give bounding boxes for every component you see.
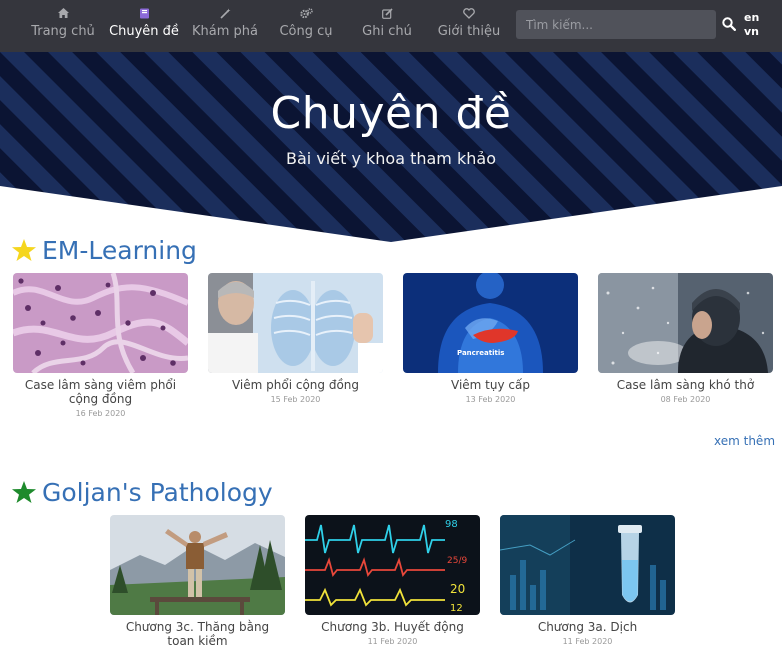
- book-icon: [104, 5, 184, 21]
- article-card[interactable]: 98 25/9 20 12 Chương 3b. Huyết động 11 F…: [305, 515, 480, 646]
- card-image: [598, 273, 773, 373]
- edit-icon: [347, 5, 427, 21]
- card-image: [208, 273, 383, 373]
- monitor-reading: 98: [445, 519, 458, 530]
- nav-item-chuyen-de[interactable]: Chuyên đề: [104, 5, 184, 39]
- nav-item-ghi-chu[interactable]: Ghi chú: [347, 5, 427, 39]
- card-image: [13, 273, 188, 373]
- article-card[interactable]: Pancreatitis Viêm tụy cấp 13 Feb 2020: [403, 273, 578, 404]
- hero-background: [0, 52, 782, 242]
- image-caption: Pancreatitis: [457, 349, 504, 357]
- search-icon[interactable]: [722, 16, 738, 32]
- nav-item-gioi-thieu[interactable]: Giới thiệu: [429, 5, 509, 39]
- section-title-text: EM-Learning: [42, 236, 197, 265]
- card-image: [500, 515, 675, 615]
- card-image: [110, 515, 285, 615]
- card-date: 15 Feb 2020: [270, 395, 321, 404]
- nav-item-cong-cu[interactable]: Công cụ: [266, 5, 346, 39]
- card-date: 08 Feb 2020: [660, 395, 711, 404]
- lang-en-link[interactable]: en: [744, 11, 759, 25]
- card-image: 98 25/9 20 12: [305, 515, 480, 615]
- hero-banner: Chuyên đề Bài viết y khoa tham khảo: [0, 52, 782, 242]
- card-title: Case lâm sàng khó thở: [616, 378, 755, 392]
- see-more-link[interactable]: xem thêm: [714, 434, 775, 448]
- section-title-goljan-pathology[interactable]: Goljan's Pathology: [12, 478, 273, 507]
- language-switcher: en vn: [744, 11, 759, 39]
- nav-item-home[interactable]: Trang chủ: [23, 5, 103, 39]
- nav-label: Khám phá: [192, 24, 258, 39]
- card-image: Pancreatitis: [403, 273, 578, 373]
- heart-icon: [429, 5, 509, 21]
- card-date: 13 Feb 2020: [465, 395, 516, 404]
- card-title: Chương 3b. Huyết động: [321, 620, 464, 634]
- article-card[interactable]: Case lâm sàng viêm phổi cộng đồng 16 Feb…: [13, 273, 188, 418]
- search-input[interactable]: [516, 10, 716, 39]
- home-icon: [23, 5, 103, 21]
- card-date: 11 Feb 2020: [562, 637, 613, 646]
- nav-label: Giới thiệu: [437, 24, 501, 39]
- magic-wand-icon: [185, 5, 265, 21]
- section-title-text: Goljan's Pathology: [42, 478, 273, 507]
- card-title: Viêm phổi cộng đồng: [231, 378, 360, 392]
- page-subtitle: Bài viết y khoa tham khảo: [286, 149, 496, 168]
- article-card[interactable]: Chương 3a. Dịch 11 Feb 2020: [500, 515, 675, 646]
- monitor-reading: 12: [450, 603, 463, 614]
- nav-label: Công cụ: [279, 24, 333, 39]
- article-card[interactable]: Chương 3c. Thăng bằng toan kiềm: [110, 515, 285, 651]
- article-card[interactable]: Viêm phổi cộng đồng 15 Feb 2020: [208, 273, 383, 404]
- card-title: Case lâm sàng viêm phổi cộng đồng: [24, 378, 177, 406]
- card-date: 16 Feb 2020: [75, 409, 126, 418]
- article-card[interactable]: Case lâm sàng khó thở 08 Feb 2020: [598, 273, 773, 404]
- gears-icon: [266, 5, 346, 21]
- lang-vn-link[interactable]: vn: [744, 25, 759, 39]
- card-title: Viêm tụy cấp: [451, 378, 530, 392]
- nav-label: Chuyên đề: [109, 24, 179, 39]
- monitor-reading: 25/9: [447, 556, 467, 566]
- monitor-reading: 20: [450, 582, 465, 596]
- nav-label: Trang chủ: [31, 24, 95, 39]
- star-icon: [12, 239, 36, 261]
- star-icon: [12, 481, 36, 503]
- nav-label: Ghi chú: [362, 24, 412, 39]
- card-title: Chương 3a. Dịch: [537, 620, 638, 634]
- section-title-em-learning[interactable]: EM-Learning: [12, 236, 197, 265]
- card-date: 11 Feb 2020: [367, 637, 418, 646]
- nav-item-kham-pha[interactable]: Khám phá: [185, 5, 265, 39]
- page-title: Chuyên đề: [270, 88, 512, 139]
- top-nav: Trang chủ Chuyên đề Khám phá Công cụ Ghi…: [0, 0, 782, 52]
- card-title: Chương 3c. Thăng bằng toan kiềm: [125, 620, 270, 648]
